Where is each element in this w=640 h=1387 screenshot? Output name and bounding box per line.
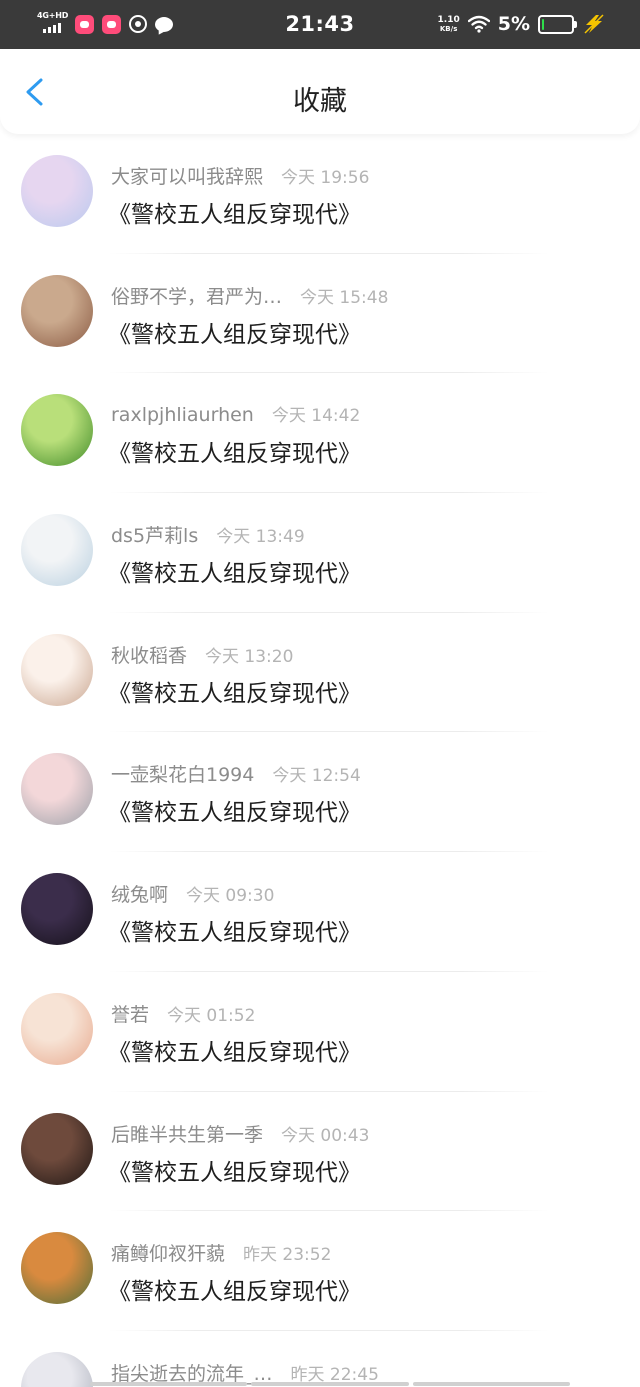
- user-name[interactable]: raxlpjhliaurhen: [111, 404, 254, 426]
- avatar[interactable]: [21, 1351, 93, 1387]
- timestamp: 昨天 23:52: [243, 1245, 332, 1266]
- user-name[interactable]: 绒兔啊: [111, 880, 168, 907]
- avatar[interactable]: [21, 1112, 93, 1185]
- user-name[interactable]: ds5芦莉ls: [111, 521, 198, 548]
- avatar[interactable]: [21, 633, 93, 706]
- network-speed-unit: KB/s: [439, 25, 458, 33]
- list-item[interactable]: 绒兔啊 今天 09:30 《警校五人组反穿现代》: [0, 852, 640, 972]
- navigation-bar: 收藏: [0, 49, 640, 134]
- status-right-icons: 1.10 KB/s 5%: [438, 13, 606, 35]
- item-meta: 大家可以叫我辞熙 今天 19:56: [111, 162, 369, 189]
- list-item[interactable]: 俗野不学，君严为… 今天 15:48 《警校五人组反穿现代》: [0, 254, 640, 374]
- timestamp: 今天 00:43: [281, 1125, 370, 1146]
- timestamp: 今天 14:42: [271, 406, 361, 427]
- avatar[interactable]: [21, 514, 93, 587]
- book-title[interactable]: 《警校五人组反穿现代》: [108, 674, 361, 708]
- user-name[interactable]: 痛鳟仰衩犴藐: [111, 1239, 225, 1266]
- avatar[interactable]: [21, 753, 93, 826]
- avatar[interactable]: [21, 155, 93, 227]
- avatar[interactable]: [21, 394, 93, 467]
- item-meta: 一壶梨花白1994 今天 12:54: [111, 760, 361, 787]
- user-name[interactable]: 誉若: [111, 1000, 149, 1027]
- book-title[interactable]: 《警校五人组反穿现代》: [108, 554, 361, 588]
- battery-icon: [538, 14, 577, 34]
- book-title[interactable]: 《警校五人组反穿现代》: [108, 434, 361, 468]
- timestamp: 今天 12:54: [272, 766, 361, 787]
- network-speed-value: 1.10: [437, 15, 460, 25]
- list-item[interactable]: 后睢半共生第一季 今天 00:43 《警校五人组反穿现代》: [0, 1092, 640, 1212]
- book-title[interactable]: 《警校五人组反穿现代》: [108, 1033, 361, 1067]
- user-name[interactable]: 俗野不学，君严为…: [111, 282, 282, 309]
- timestamp: 今天 09:30: [186, 886, 275, 907]
- item-meta: 俗野不学，君严为… 今天 15:48: [111, 282, 388, 309]
- network-speed: 1.10 KB/s: [438, 15, 460, 33]
- book-title[interactable]: 《警校五人组反穿现代》: [108, 913, 361, 947]
- list-item[interactable]: 大家可以叫我辞熙 今天 19:56 《警校五人组反穿现代》: [0, 134, 640, 254]
- avatar[interactable]: [21, 992, 93, 1065]
- wifi-icon: [467, 15, 490, 33]
- bolt-icon: [584, 14, 604, 34]
- page-title: 收藏: [293, 86, 347, 117]
- item-meta: ds5芦莉ls 今天 13:49: [111, 521, 305, 548]
- book-title[interactable]: 《警校五人组反穿现代》: [108, 195, 361, 229]
- user-name[interactable]: 后睢半共生第一季: [111, 1120, 263, 1147]
- user-name[interactable]: 一壶梨花白1994: [111, 760, 254, 787]
- avatar[interactable]: [21, 873, 93, 946]
- item-meta: 秋收稻香 今天 13:20: [111, 641, 293, 668]
- book-title[interactable]: 《警校五人组反穿现代》: [108, 1272, 361, 1306]
- list-item[interactable]: 誉若 今天 01:52 《警校五人组反穿现代》: [0, 972, 640, 1092]
- list-item[interactable]: 一壶梨花白1994 今天 12:54 《警校五人组反穿现代》: [0, 732, 640, 853]
- user-name[interactable]: 大家可以叫我辞熙: [111, 162, 263, 189]
- item-meta: 后睢半共生第一季 今天 00:43: [111, 1120, 369, 1147]
- list-item[interactable]: ds5芦莉ls 今天 13:49 《警校五人组反穿现代》: [0, 493, 640, 613]
- avatar[interactable]: [21, 1232, 93, 1305]
- battery-percent: 5%: [497, 13, 530, 35]
- avatar[interactable]: [21, 274, 93, 347]
- book-title[interactable]: 《警校五人组反穿现代》: [108, 1153, 361, 1187]
- book-title[interactable]: 《警校五人组反穿现代》: [108, 793, 361, 827]
- book-title[interactable]: 《警校五人组反穿现代》: [108, 315, 361, 349]
- list-item[interactable]: 指尖逝去的流年_… 昨天 22:45: [0, 1331, 640, 1387]
- timestamp: 今天 13:20: [205, 646, 294, 667]
- list-item[interactable]: 痛鳟仰衩犴藐 昨天 23:52 《警校五人组反穿现代》: [0, 1211, 640, 1331]
- status-bar: 4G+HD 21:43 1.10 KB/s 5%: [0, 0, 640, 49]
- list-item[interactable]: raxlpjhliaurhen 今天 14:42 《警校五人组反穿现代》: [0, 373, 640, 494]
- timestamp: 今天 13:49: [216, 527, 305, 548]
- item-meta: 痛鳟仰衩犴藐 昨天 23:52: [111, 1239, 331, 1266]
- item-meta: 绒兔啊 今天 09:30: [111, 880, 274, 907]
- favorites-list[interactable]: 大家可以叫我辞熙 今天 19:56 《警校五人组反穿现代》 俗野不学，君严为… 今天 1…: [0, 134, 640, 1387]
- user-name[interactable]: 秋收稻香: [111, 641, 187, 668]
- home-indicator: [90, 1382, 570, 1386]
- timestamp: 今天 01:52: [167, 1005, 256, 1026]
- battery-level-fill: [542, 18, 544, 30]
- item-meta: raxlpjhliaurhen 今天 14:42: [111, 401, 360, 426]
- item-meta: 誉若 今天 01:52: [111, 1000, 255, 1027]
- timestamp: 今天 19:56: [281, 168, 370, 188]
- timestamp: 今天 15:48: [300, 287, 389, 308]
- list-item[interactable]: 秋收稻香 今天 13:20 《警校五人组反穿现代》: [0, 613, 640, 733]
